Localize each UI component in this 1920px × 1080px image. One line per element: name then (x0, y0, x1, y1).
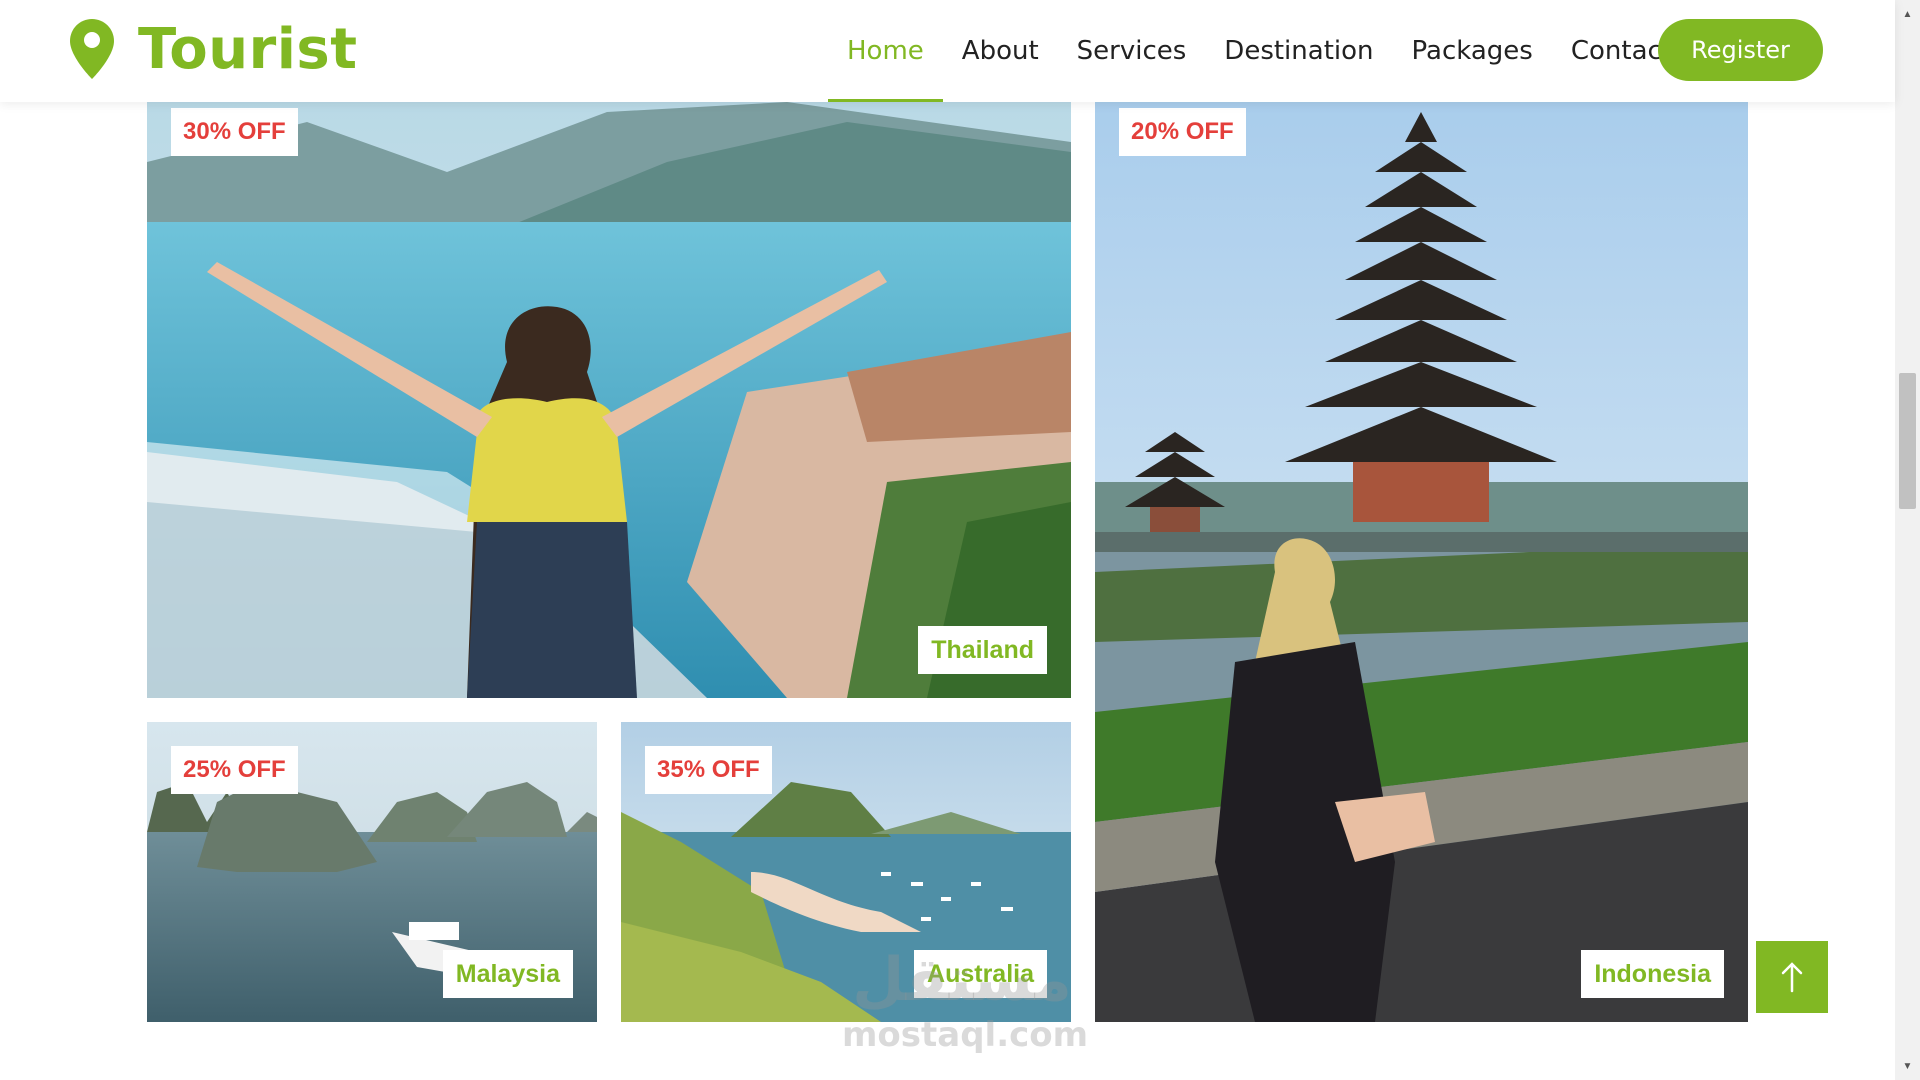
nav-packages[interactable]: Packages (1393, 0, 1552, 102)
nav-home[interactable]: Home (828, 0, 943, 102)
page-scrollbar[interactable]: ▲ ▼ (1895, 0, 1920, 1080)
location-label[interactable]: Australia (914, 950, 1047, 998)
location-label[interactable]: Indonesia (1581, 950, 1724, 998)
logo-text: Tourist (138, 16, 358, 82)
thailand-photo (147, 102, 1071, 698)
scroll-down-arrow-icon[interactable]: ▼ (1895, 1056, 1920, 1076)
destination-card-indonesia[interactable]: 20% OFF Indonesia (1095, 102, 1748, 1022)
location-label[interactable]: Thailand (918, 626, 1047, 674)
nav-destination[interactable]: Destination (1205, 0, 1392, 102)
scroll-up-arrow-icon[interactable]: ▲ (1895, 4, 1920, 24)
discount-badge: 20% OFF (1119, 108, 1246, 156)
nav-services[interactable]: Services (1058, 0, 1206, 102)
map-pin-icon (70, 19, 114, 79)
arrow-up-icon (1781, 962, 1803, 993)
destination-card-malaysia[interactable]: 25% OFF Malaysia (147, 722, 597, 1022)
nav-about[interactable]: About (943, 0, 1058, 102)
main-nav: Home About Services Destination Packages… (828, 0, 1691, 102)
discount-badge: 30% OFF (171, 108, 298, 156)
scrollbar-thumb[interactable] (1899, 373, 1916, 509)
discount-badge: 25% OFF (171, 746, 298, 794)
destination-card-thailand[interactable]: 30% OFF Thailand (147, 102, 1071, 698)
discount-badge: 35% OFF (645, 746, 772, 794)
logo[interactable]: Tourist (70, 14, 358, 84)
site-header: Tourist Home About Services Destination … (0, 0, 1895, 102)
destination-card-australia[interactable]: 35% OFF Australia (621, 722, 1071, 1022)
back-to-top-button[interactable] (1756, 941, 1828, 1013)
location-label[interactable]: Malaysia (442, 950, 573, 998)
indonesia-photo (1095, 102, 1748, 1022)
register-button[interactable]: Register (1658, 19, 1823, 81)
